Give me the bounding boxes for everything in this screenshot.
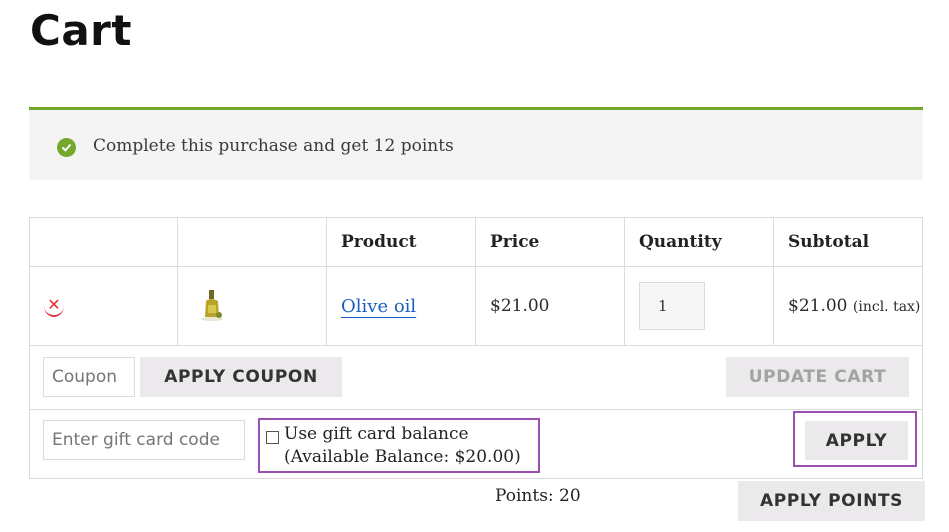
cart-table: Product Price Quantity Subtotal ✕ Olive … (29, 217, 923, 346)
product-link[interactable]: Olive oil (341, 296, 416, 317)
header-quantity: Quantity (624, 217, 774, 267)
points-balance: Points: 20 (495, 486, 581, 506)
notice-message: Complete this purchase and get 12 points (93, 136, 454, 156)
price-cell: $21.00 (475, 266, 625, 346)
points-notice: Complete this purchase and get 12 points (29, 107, 923, 180)
thumbnail-cell (177, 266, 327, 346)
remove-x-icon[interactable]: ✕ (44, 295, 64, 317)
check-circle-icon (57, 138, 76, 157)
header-price: Price (475, 217, 625, 267)
remove-cell: ✕ (29, 266, 178, 346)
table-row: ✕ Olive oil $21.00 $21.00 (incl. tax) (29, 266, 923, 346)
gift-balance-option: Use gift card balance (Available Balance… (258, 418, 540, 473)
gift-balance-checkbox[interactable] (266, 431, 279, 444)
table-header-row: Product Price Quantity Subtotal (29, 217, 923, 267)
header-remove (29, 217, 178, 267)
update-cart-button[interactable]: UPDATE CART (726, 357, 909, 397)
gift-balance-available: (Available Balance: $20.00) (284, 447, 521, 467)
quantity-input[interactable] (639, 282, 705, 330)
gift-card-input[interactable] (43, 420, 245, 460)
subtotal-cell: $21.00 (incl. tax) (773, 266, 923, 346)
coupon-input[interactable] (43, 357, 135, 397)
header-subtotal: Subtotal (773, 217, 923, 267)
quantity-cell (624, 266, 774, 346)
apply-points-button[interactable]: APPLY POINTS (738, 481, 925, 521)
gift-balance-label: Use gift card balance (284, 424, 469, 444)
product-cell: Olive oil (326, 266, 476, 346)
apply-coupon-button[interactable]: APPLY COUPON (140, 357, 342, 397)
subtotal-value: $21.00 (788, 296, 848, 316)
header-product: Product (326, 217, 476, 267)
subtotal-tax-note: (incl. tax) (852, 299, 921, 315)
page-title: Cart (30, 6, 132, 55)
apply-gift-card-button[interactable]: APPLY (805, 421, 908, 460)
olive-oil-bottle-icon[interactable] (200, 287, 226, 321)
header-thumbnail (177, 217, 327, 267)
